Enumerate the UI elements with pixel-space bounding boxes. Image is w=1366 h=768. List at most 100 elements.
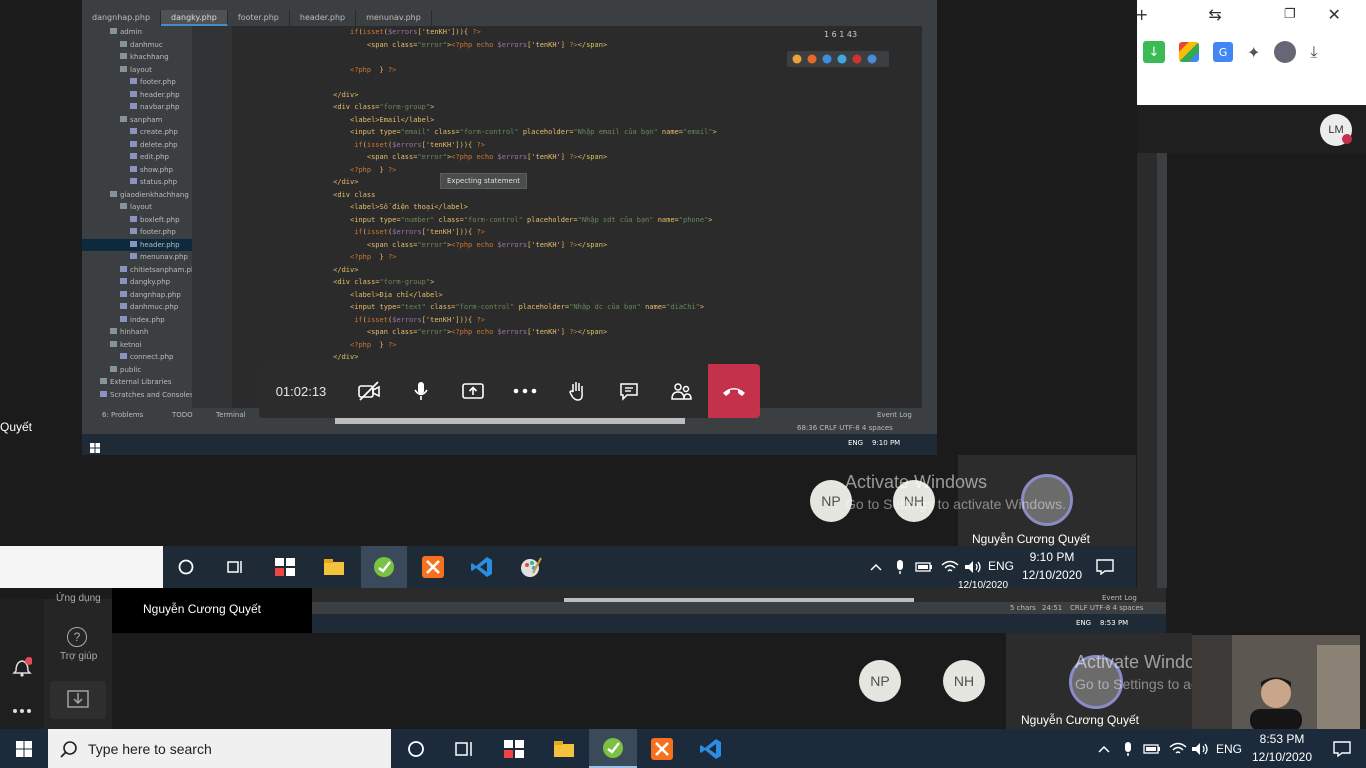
action-center-button[interactable] [1318, 729, 1366, 768]
tree-file[interactable]: connect.php [82, 351, 192, 364]
wifi-button[interactable] [1166, 729, 1190, 768]
tree-file[interactable]: boxleft.php [82, 214, 192, 227]
tree-file[interactable]: Scratches and Consoles [82, 389, 192, 402]
code-line[interactable]: if(isset($errors['tenKH'])){ ?> [232, 314, 922, 327]
maximize-icon[interactable]: ❐ [1284, 7, 1296, 22]
file-explorer-button[interactable] [540, 729, 588, 768]
xampp-icon[interactable] [418, 552, 448, 582]
code-line[interactable]: <input type="text" class="form-control" … [232, 301, 922, 314]
more-apps-icon[interactable] [12, 699, 32, 718]
download-app-button[interactable] [50, 681, 106, 719]
code-line[interactable]: </div> [232, 351, 922, 364]
code-line[interactable]: <label>Số điện thoại</label> [232, 201, 922, 214]
code-line[interactable]: <div class [232, 189, 922, 202]
code-line[interactable]: <?php } ?> [232, 339, 922, 352]
paint-app-icon[interactable] [516, 552, 546, 582]
participants-button[interactable] [655, 364, 707, 418]
volume-button[interactable] [1188, 729, 1212, 768]
xampp-button[interactable] [638, 729, 686, 768]
tree-file[interactable]: dangnhap.php [82, 289, 192, 302]
code-line[interactable]: if(isset($errors['tenKH'])){ ?> [232, 139, 922, 152]
tree-file[interactable]: footer.php [82, 76, 192, 89]
start-button[interactable] [0, 729, 48, 768]
code-line[interactable]: </div> [232, 264, 922, 277]
code-line[interactable]: </div> [232, 89, 922, 102]
tree-file[interactable]: chitietsanpham.php [82, 264, 192, 277]
new-tab-icon[interactable]: + [1135, 5, 1148, 24]
code-line[interactable]: <div class="form-group"> [232, 276, 922, 289]
code-line[interactable]: </div> [232, 176, 922, 189]
translate-icon[interactable]: G [1213, 42, 1233, 62]
code-line[interactable]: <input type="email" class="form-control"… [232, 126, 922, 139]
taskbar-search-box[interactable]: Type here to search [48, 729, 391, 768]
tree-file[interactable]: header.php [82, 238, 192, 251]
color-extension-icon[interactable] [1179, 42, 1199, 62]
vscode-icon[interactable] [467, 552, 497, 582]
tree-file[interactable]: menunav.php [82, 251, 192, 264]
bell-icon[interactable] [12, 657, 33, 681]
tray-mic-button[interactable] [1116, 729, 1140, 768]
editor-tab[interactable]: menunav.php [356, 10, 432, 26]
tree-file[interactable]: index.php [82, 314, 192, 327]
grid-app-button[interactable] [490, 729, 538, 768]
notifications-icon[interactable] [1090, 552, 1120, 582]
share-screen-button[interactable] [447, 364, 499, 418]
download-icon[interactable]: ⤓ [1310, 42, 1317, 62]
camera-off-button[interactable] [343, 364, 395, 418]
code-editor[interactable]: if(isset($errors['tenKH'])){ ?> <span cl… [232, 26, 922, 408]
taskbar-date[interactable]: 12/10/2020 [1250, 749, 1314, 766]
file-explorer-icon[interactable] [319, 552, 349, 582]
code-line[interactable]: <span class="error"><?php echo $errors['… [232, 239, 922, 252]
tree-file[interactable]: navbar.php [82, 101, 192, 114]
restore-tabs-icon[interactable]: ⇆ [1208, 5, 1221, 24]
tray-chevron-button[interactable] [1092, 729, 1116, 768]
tree-file[interactable]: edit.php [82, 151, 192, 164]
tree-folder[interactable]: External Libraries [82, 376, 192, 389]
taskbar-lang[interactable]: ENG [1216, 741, 1242, 758]
tree-file[interactable]: dangky.php [82, 276, 192, 289]
help-icon[interactable]: ? [67, 627, 87, 647]
download-extension-icon[interactable]: ↓ [1143, 41, 1165, 63]
tree-file[interactable]: status.php [82, 176, 192, 189]
tree-folder[interactable]: khachhang [82, 51, 192, 64]
code-line[interactable]: if(isset($errors['tenKH'])){ ?> [232, 26, 922, 39]
tree-folder[interactable]: public [82, 364, 192, 377]
status-event-log[interactable]: Event Log [877, 411, 912, 419]
tree-folder[interactable]: admin [82, 26, 192, 39]
green-app-button[interactable] [589, 729, 637, 768]
code-line[interactable]: <label>Email</label> [232, 114, 922, 127]
close-window-icon[interactable]: ✕ [1327, 5, 1340, 24]
code-line[interactable]: <label>Địa chỉ</label> [232, 289, 922, 302]
code-line[interactable]: <span class="error"><?php echo $errors['… [232, 326, 922, 339]
tree-file[interactable]: create.php [82, 126, 192, 139]
code-line[interactable]: <span class="error"><?php echo $errors['… [232, 39, 922, 52]
teams-grid-app-icon[interactable] [270, 552, 300, 582]
vscode-button[interactable] [687, 729, 735, 768]
hang-up-button[interactable] [708, 364, 760, 418]
tree-file[interactable]: danhmuc.php [82, 301, 192, 314]
tree-file[interactable]: footer.php [82, 226, 192, 239]
tree-file[interactable]: show.php [82, 164, 192, 177]
code-line[interactable]: <input type="number" class="form-control… [232, 214, 922, 227]
code-line[interactable]: <div class="form-group"> [232, 101, 922, 114]
cortana-button[interactable] [392, 729, 440, 768]
more-options-button[interactable] [499, 364, 551, 418]
tree-folder[interactable]: ketnoi [82, 339, 192, 352]
tree-folder[interactable]: layout [82, 201, 192, 214]
status-tab-todo[interactable]: TODO [172, 411, 193, 419]
tree-folder[interactable]: layout [82, 64, 192, 77]
profile-avatar-icon[interactable] [1274, 41, 1297, 63]
volume-icon[interactable] [958, 552, 988, 582]
participant-avatar-np-2[interactable]: NP [859, 660, 901, 702]
editor-tab[interactable]: header.php [290, 10, 357, 26]
editor-tab[interactable]: dangky.php [161, 10, 228, 26]
mid-date[interactable]: 12/10/2020 [1020, 567, 1084, 584]
editor-tab[interactable]: dangnhap.php [82, 10, 162, 26]
tree-folder[interactable]: giaodienkhachhang [82, 189, 192, 202]
code-line[interactable]: <?php } ?> [232, 164, 922, 177]
apps-label[interactable]: Ứng dụng [56, 593, 101, 604]
editor-tab[interactable]: footer.php [228, 10, 290, 26]
evernote-green-app-icon[interactable] [361, 546, 407, 588]
help-label[interactable]: Trợ giúp [60, 651, 97, 662]
chat-button[interactable] [603, 364, 655, 418]
